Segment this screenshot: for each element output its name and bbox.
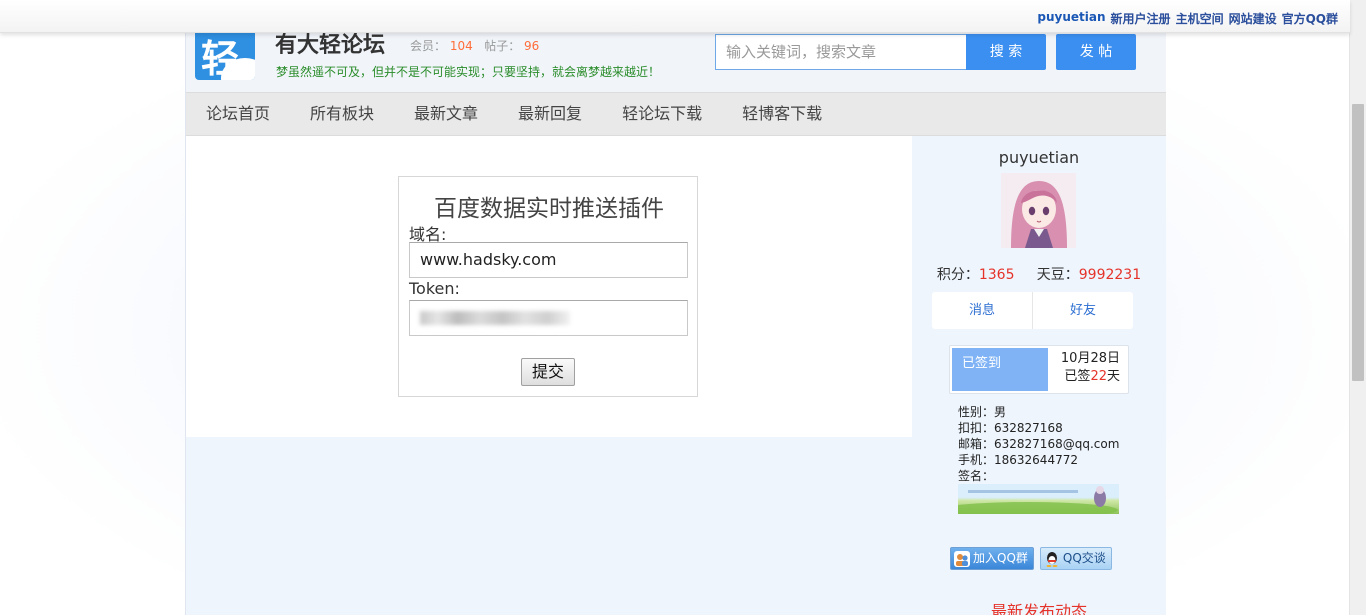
top-username-link[interactable]: puyuetian: [1037, 10, 1105, 27]
post-button[interactable]: 发 帖: [1056, 34, 1136, 70]
posts-count: 96: [524, 39, 540, 53]
hosting-link[interactable]: 主机空间: [1176, 10, 1224, 27]
info-email: 邮箱：632827168@qq.com: [958, 437, 1120, 451]
qq-chat-label: QQ交谈: [1062, 551, 1106, 565]
friends-link[interactable]: 好友: [1033, 292, 1133, 329]
register-link[interactable]: 新用户注册: [1111, 10, 1171, 27]
signed-in-button[interactable]: 已签到: [952, 348, 1048, 391]
group-icon: [954, 550, 970, 567]
signed-days-line: 已签22天: [1061, 368, 1120, 386]
token-field[interactable]: [409, 300, 688, 336]
beans-value: 9992231: [1078, 267, 1142, 283]
sign-date: 10月28日 已签22天: [1061, 350, 1120, 386]
site-motto: 梦虽然遥不可及，但并不是不可能实现；只要坚持，就会离梦越来越近！: [276, 65, 661, 79]
beans-label: 天豆：: [1036, 267, 1079, 283]
info-qq: 扣扣：632827168: [958, 421, 1063, 435]
sidebar: puyuetian 积分：1365 天豆：9992231 消息 好友 已签到 1…: [912, 136, 1166, 615]
members-count: 104: [449, 39, 473, 53]
sidebar-username[interactable]: puyuetian: [912, 148, 1166, 167]
token-label: Token:: [409, 279, 460, 298]
points-value: 1365: [978, 267, 1015, 283]
qq-buttons: 加入QQ群 QQ交谈: [950, 547, 1112, 570]
search-input[interactable]: 输入关键词，搜索文章: [715, 34, 967, 70]
nav-item-latest-replies[interactable]: 最新回复: [498, 93, 602, 135]
info-phone: 手机：18632644772: [958, 453, 1078, 467]
points-line: 积分：1365 天豆：9992231: [912, 264, 1166, 284]
page-scrollbar[interactable]: [1349, 0, 1366, 615]
token-redacted-value: [420, 311, 570, 325]
avatar-image: [1001, 173, 1076, 248]
main-content: 百度数据实时推送插件 域名: www.hadsky.com Token: 提交: [186, 136, 912, 437]
signature-image: [958, 484, 1119, 514]
top-bar: puyuetian 新用户注册 主机空间 网站建设 官方QQ群: [0, 0, 1350, 33]
join-qq-group-button[interactable]: 加入QQ群: [950, 547, 1034, 570]
signed-days: 22: [1090, 369, 1107, 384]
info-gender: 性别：男: [958, 405, 1007, 419]
official-qq-group-link[interactable]: 官方QQ群: [1282, 10, 1338, 27]
logo-char: 轻: [201, 36, 240, 80]
top-links: puyuetian 新用户注册 主机空间 网站建设 官方QQ群: [1037, 10, 1338, 27]
main-container: 轻 有大轻论坛 会员： 104 帖子： 96 梦虽然遥不可及，但并不是不可能实现…: [185, 0, 1166, 615]
nav-item-forum-download[interactable]: 轻论坛下载: [602, 93, 722, 135]
avatar[interactable]: [1001, 173, 1076, 248]
nav-item-boards[interactable]: 所有板块: [290, 93, 394, 135]
signed-prefix: 已签: [1064, 369, 1091, 384]
scrollbar-thumb[interactable]: [1352, 104, 1364, 381]
submit-button[interactable]: 提交: [521, 358, 575, 386]
domain-field[interactable]: www.hadsky.com: [409, 242, 688, 278]
site-stats: 会员： 104 帖子： 96: [410, 37, 539, 54]
sign-date-value: 10月28日: [1060, 351, 1120, 366]
nav-item-blog-download[interactable]: 轻博客下载: [722, 93, 842, 135]
website-building-link[interactable]: 网站建设: [1229, 10, 1277, 27]
posts-label: 帖子：: [484, 39, 521, 53]
join-qq-group-label: 加入QQ群: [973, 551, 1028, 565]
sign-in-box: 已签到 10月28日 已签22天: [949, 345, 1129, 394]
search-button[interactable]: 搜 索: [966, 34, 1046, 70]
main-nav: 论坛首页 所有板块 最新文章 最新回复 轻论坛下载 轻博客下载: [186, 92, 1166, 136]
user-info: 性别：男 扣扣：632827168 邮箱：632827168@qq.com 手机…: [958, 404, 1119, 484]
qq-penguin-icon: [1044, 551, 1060, 567]
message-friend-box: 消息 好友: [932, 292, 1133, 329]
signed-suffix: 天: [1106, 369, 1120, 384]
points-label: 积分：: [936, 267, 979, 283]
plugin-form: 百度数据实时推送插件 域名: www.hadsky.com Token: 提交: [398, 176, 698, 397]
form-title: 百度数据实时推送插件: [434, 196, 664, 222]
messages-link[interactable]: 消息: [932, 292, 1033, 329]
info-signature: 签名：: [958, 469, 995, 483]
nav-item-latest-articles[interactable]: 最新文章: [394, 93, 498, 135]
latest-posts-title: 最新发布动态: [990, 602, 1087, 615]
members-label: 会员：: [410, 39, 447, 53]
nav-item-home[interactable]: 论坛首页: [186, 93, 290, 135]
qq-chat-button[interactable]: QQ交谈: [1039, 547, 1112, 570]
signature-banner: [958, 486, 1118, 514]
